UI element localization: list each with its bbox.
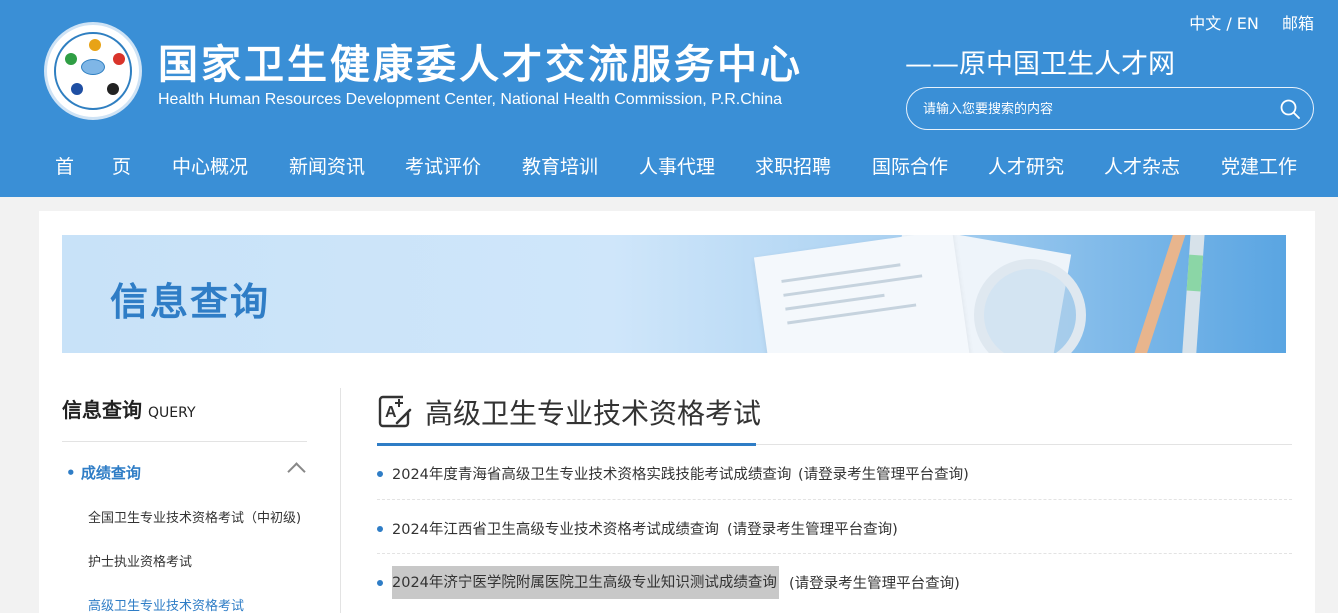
bullet-dot-icon bbox=[377, 526, 383, 532]
list-item: 2024年度青海省高级卫生专业技术资格实践技能考试成绩查询 (请登录考生管理平台… bbox=[377, 453, 1292, 497]
nav-item-home[interactable]: 首 页 bbox=[55, 152, 131, 179]
top-links: 中文 / EN 邮箱 bbox=[1171, 10, 1314, 34]
sidebar-title-en: QUERY bbox=[148, 405, 196, 421]
magnifier-illustration bbox=[974, 259, 1086, 353]
list-item-note: (请登录考生管理平台查询) bbox=[727, 522, 898, 538]
nav-item-jobs[interactable]: 求职招聘 bbox=[755, 152, 831, 179]
nav-item-exam[interactable]: 考试评价 bbox=[405, 152, 481, 179]
page-title: 高级卫生专业技术资格考试 bbox=[425, 397, 762, 430]
list-item-link[interactable]: 2024年度青海省高级卫生专业技术资格实践技能考试成绩查询 bbox=[392, 463, 791, 484]
list-separator bbox=[377, 499, 1292, 500]
column-divider bbox=[340, 388, 341, 613]
nav-item-magazine[interactable]: 人才杂志 bbox=[1104, 152, 1180, 179]
sidebar-item-senior-exam[interactable]: 高级卫生专业技术资格考试 bbox=[88, 595, 244, 613]
site-name-en: Health Human Resources Development Cente… bbox=[158, 91, 782, 108]
site-name-cn: 国家卫生健康委人才交流服务中心 bbox=[158, 42, 803, 88]
list-separator bbox=[377, 553, 1292, 554]
search-box bbox=[906, 87, 1314, 130]
mail-link[interactable]: 邮箱 bbox=[1282, 14, 1314, 33]
site-logo[interactable] bbox=[44, 22, 142, 120]
banner-title: 信息查询 bbox=[110, 280, 271, 324]
sidebar-category-label: 成绩查询 bbox=[80, 464, 141, 482]
logo-figure-red bbox=[113, 53, 125, 65]
bullet-dot-icon bbox=[377, 580, 383, 586]
nav-item-education[interactable]: 教育培训 bbox=[522, 152, 598, 179]
sidebar-category-scores[interactable]: • 成绩查询 bbox=[66, 462, 141, 483]
site-subtitle: ——原中国卫生人才网 bbox=[905, 49, 1175, 80]
sidebar-title-cn: 信息查询 bbox=[62, 398, 142, 422]
nav-item-research[interactable]: 人才研究 bbox=[988, 152, 1064, 179]
pencil-illustration bbox=[1129, 235, 1187, 353]
sidebar-divider bbox=[62, 441, 307, 442]
sidebar-item-nurse-exam[interactable]: 护士执业资格考试 bbox=[88, 551, 192, 570]
language-switch-link[interactable]: 中文 / EN bbox=[1189, 14, 1259, 33]
nav-item-party[interactable]: 党建工作 bbox=[1221, 152, 1297, 179]
nav-item-personnel[interactable]: 人事代理 bbox=[639, 152, 715, 179]
nav-item-news[interactable]: 新闻资讯 bbox=[289, 152, 365, 179]
pen-illustration bbox=[1180, 235, 1206, 353]
logo-figure-yellow bbox=[89, 39, 101, 51]
search-icon[interactable] bbox=[1279, 98, 1301, 120]
logo-figure-green bbox=[65, 53, 77, 65]
list-item-note: (请登录考生管理平台查询) bbox=[789, 576, 960, 592]
list-item-link-selected[interactable]: 2024年济宁医学院附属医院卫生高级专业知识测试成绩查询 bbox=[392, 566, 779, 599]
logo-figure-blue bbox=[71, 83, 83, 95]
nav-item-about[interactable]: 中心概况 bbox=[172, 152, 248, 179]
sidebar-title: 信息查询 QUERY bbox=[62, 394, 196, 423]
logo-globe-icon bbox=[81, 59, 105, 75]
page-banner: 信息查询 bbox=[62, 235, 1286, 353]
sidebar-item-national-exam[interactable]: 全国卫生专业技术资格考试（中初级) bbox=[88, 507, 301, 526]
list-item-link[interactable]: 2024年江西省卫生高级专业技术资格考试成绩查询 bbox=[392, 518, 719, 539]
banner-document-illustration bbox=[753, 235, 971, 353]
search-input[interactable] bbox=[923, 98, 1253, 120]
edit-text-icon: A bbox=[378, 395, 412, 428]
title-accent-underline bbox=[377, 443, 756, 446]
logo-figure-black bbox=[107, 83, 119, 95]
list-item: 2024年江西省卫生高级专业技术资格考试成绩查询 (请登录考生管理平台查询) bbox=[377, 508, 1292, 552]
svg-text:A: A bbox=[385, 404, 397, 421]
main-nav: 首 页 中心概况 新闻资讯 考试评价 教育培训 人事代理 求职招聘 国际合作 人… bbox=[0, 152, 1338, 182]
list-item: 2024年济宁医学院附属医院卫生高级专业知识测试成绩查询 (请登录考生管理平台查… bbox=[377, 562, 1292, 606]
bullet-dot-icon bbox=[377, 471, 383, 477]
list-item-note: (请登录考生管理平台查询) bbox=[798, 467, 969, 483]
site-header: 国家卫生健康委人才交流服务中心 Health Human Resources D… bbox=[0, 0, 1338, 197]
nav-item-international[interactable]: 国际合作 bbox=[872, 152, 948, 179]
